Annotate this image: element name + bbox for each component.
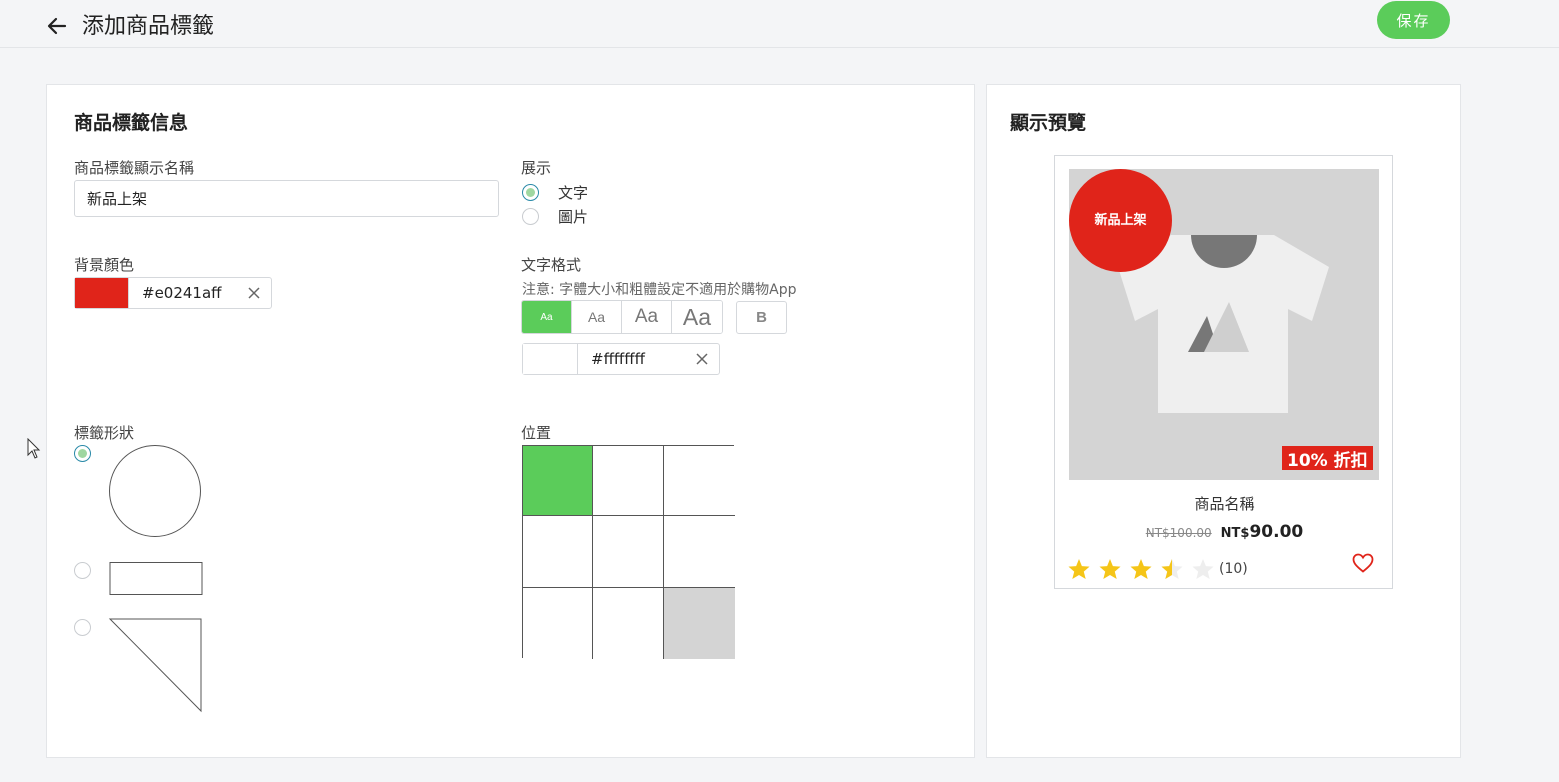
display-image-radio[interactable] [522,208,539,225]
display-text-radio[interactable] [522,184,539,201]
position-grid [522,445,735,659]
position-cell-middle-right[interactable] [664,516,735,588]
heart-icon [1352,553,1374,573]
product-name: 商品名稱 [1194,495,1255,513]
position-cell-top-center[interactable] [593,446,664,516]
shape-triangle-radio[interactable] [74,619,91,636]
background-color-label: 背景顏色 [74,256,135,274]
font-size-m-button[interactable]: Aa [622,301,672,333]
mouse-cursor-icon [27,438,41,459]
star-full-icon [1130,558,1152,580]
price-row: NT$100.00 NT$90.00 [1055,522,1394,542]
text-format-note: 注意: 字體大小和粗體設定不適用於購物App [522,282,797,298]
font-size-group: Aa Aa Aa Aa [521,300,723,334]
product-preview-card: 新品上架 10% 折扣 商品名稱 NT$100.00 NT$90.00 (10) [1054,155,1393,589]
back-button[interactable] [44,12,70,40]
text-format-label: 文字格式 [521,256,582,274]
background-color-field[interactable]: #e0241aff [74,277,272,309]
text-color-swatch[interactable] [523,344,578,374]
circle-shape-icon[interactable] [108,444,204,538]
top-bar: 添加商品標籤 [0,0,1559,48]
star-full-icon [1099,558,1121,580]
display-label: 展示 [521,159,552,177]
text-color-clear-button[interactable] [685,344,719,374]
position-cell-middle-left[interactable] [523,516,593,588]
display-image-label: 圖片 [558,208,589,226]
rectangle-shape-icon[interactable] [109,562,203,596]
tag-name-label: 商品標籤顯示名稱 [74,159,195,177]
text-color-value[interactable]: #ffffffff [578,350,685,368]
arrow-left-icon [47,17,67,35]
font-size-s-button[interactable]: Aa [572,301,622,333]
original-price: NT$100.00 [1145,526,1212,540]
position-cell-top-right[interactable] [664,446,735,516]
page-title: 添加商品標籤 [82,14,215,39]
background-color-swatch[interactable] [75,278,129,308]
tag-name-input[interactable]: 新品上架 [74,180,499,217]
position-cell-top-left[interactable] [523,446,593,516]
discount-badge: 10% 折扣 [1282,446,1373,471]
save-button[interactable]: 保存 [1377,1,1450,39]
tag-info-title: 商品標籤信息 [74,112,189,134]
background-color-value[interactable]: #e0241aff [129,284,237,302]
text-color-field[interactable]: #ffffffff [522,343,720,375]
position-cell-bottom-left[interactable] [523,588,593,659]
preview-title: 顯示預覽 [1010,112,1087,134]
star-full-icon [1068,558,1090,580]
bold-button[interactable]: B [736,301,787,334]
sale-price-currency: NT$ [1220,526,1250,541]
font-size-l-button[interactable]: Aa [672,301,722,333]
font-size-xs-button[interactable]: Aa [522,301,572,333]
close-icon [248,287,260,299]
triangle-shape-icon[interactable] [108,618,204,714]
display-text-label: 文字 [558,184,589,202]
product-image: 新品上架 10% 折扣 [1069,169,1379,480]
sale-price-amount: 90.00 [1249,522,1304,542]
shape-circle-radio[interactable] [74,445,91,462]
background-color-clear-button[interactable] [237,278,271,308]
star-empty-icon [1192,558,1214,580]
wishlist-button[interactable] [1352,553,1374,577]
position-cell-bottom-center[interactable] [593,588,664,659]
star-half-icon [1161,558,1183,580]
close-icon [696,353,708,365]
position-cell-bottom-right [664,588,735,659]
position-cell-middle-center[interactable] [593,516,664,588]
rating-stars: (10) [1067,558,1248,580]
tag-shape-label: 標籤形狀 [74,424,135,442]
review-count: (10) [1219,561,1248,577]
preview-tag-badge: 新品上架 [1069,169,1172,272]
shape-rectangle-radio[interactable] [74,562,91,579]
sale-price: NT$90.00 [1221,522,1304,542]
position-label: 位置 [521,424,552,442]
